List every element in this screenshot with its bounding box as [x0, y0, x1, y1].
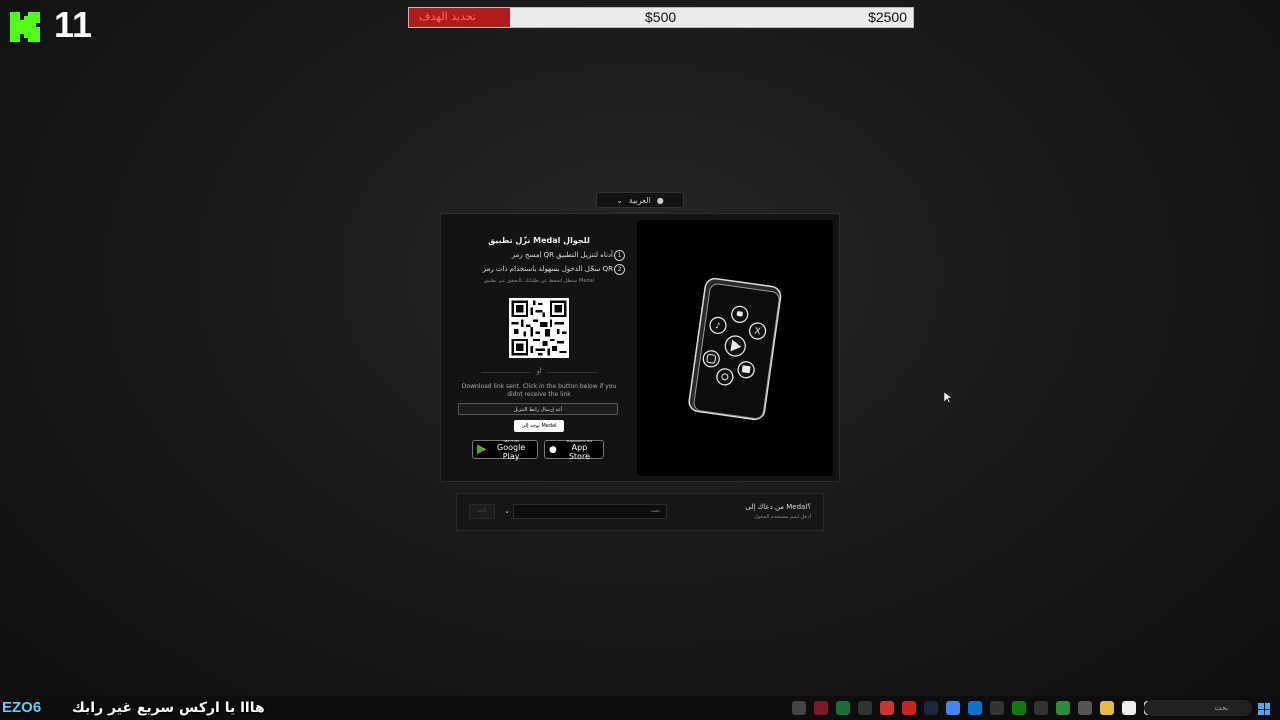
- kick-follower-count: 11: [54, 4, 93, 45]
- step-2: سجّل الدخول بسهولة باستخدام ذات رمز QR 2: [467, 264, 625, 275]
- hint-text: ستظل لتحفظ عن طلباتك بالتحقق عبر تطبيق M…: [483, 278, 595, 284]
- app-icon[interactable]: [924, 701, 938, 715]
- go-to-medal-button[interactable]: توجه إلى Medal: [514, 420, 564, 432]
- goal-current-amount: $500: [645, 9, 677, 25]
- app-icon[interactable]: [1012, 701, 1026, 715]
- app-icon[interactable]: [814, 701, 828, 715]
- referral-title: من دعاك إلى Medal؟: [745, 503, 811, 511]
- app-store-button[interactable]: ● Download on the App Store: [544, 439, 604, 461]
- app-icon[interactable]: [990, 701, 1004, 715]
- app-icon[interactable]: [1034, 701, 1048, 715]
- mouse-cursor-icon: [944, 392, 952, 404]
- referral-submit-button[interactable]: تأكيد: [469, 504, 495, 519]
- app-icon[interactable]: [968, 701, 982, 715]
- donation-goal-bar: تحديد الهدف $500 $2500: [408, 7, 914, 28]
- google-play-button[interactable]: GET IT ON Google Play: [472, 439, 538, 461]
- phone-illustration: X ♪: [688, 277, 782, 421]
- download-instructions-panel: نزّل تطبيق Medal للجوال امسح رمز QR أدنا…: [441, 214, 637, 481]
- step-number: 2: [614, 264, 625, 275]
- step-text: امسح رمز QR أدناه لتنزيل التطبيق: [511, 251, 613, 259]
- app-icon[interactable]: [792, 701, 806, 715]
- app-icon[interactable]: [902, 701, 916, 715]
- language-label: العربية: [628, 195, 651, 205]
- app-icon[interactable]: [946, 701, 960, 715]
- phone-illustration-panel: X ♪: [637, 220, 833, 476]
- app-icon[interactable]: [880, 701, 894, 715]
- taskbar-app-icons: [792, 701, 1158, 715]
- taskbar: EZO6 هااا يا اركس سريع غير رابك بحث: [0, 696, 1280, 720]
- qr-code: [509, 298, 569, 358]
- app-icon[interactable]: [1122, 701, 1136, 715]
- app-icon[interactable]: [1100, 701, 1114, 715]
- taskbar-search[interactable]: بحث: [1144, 700, 1252, 716]
- google-play-icon: [477, 444, 487, 455]
- windows-start-icon[interactable]: [1258, 703, 1270, 715]
- app-icon[interactable]: [836, 701, 850, 715]
- goal-label: تحديد الهدف: [419, 10, 476, 23]
- card-title: نزّل تطبيق Medal للجوال: [488, 236, 590, 245]
- language-selector[interactable]: ⌄ العربية ●: [596, 192, 684, 208]
- chat-username: EZO6: [2, 699, 42, 716]
- medal-download-card: نزّل تطبيق Medal للجوال امسح رمز QR أدنا…: [440, 213, 840, 482]
- app-icon[interactable]: [1078, 701, 1092, 715]
- step-number: 1: [614, 250, 625, 261]
- app-store-big-text: App Store: [568, 442, 590, 461]
- chevron-down-icon[interactable]: ⌄: [501, 504, 513, 519]
- step-1: امسح رمز QR أدناه لتنزيل التطبيق 1: [467, 250, 625, 261]
- download-link-message: Download link sent. Click in the button …: [461, 383, 617, 398]
- referral-subtitle: أدخل اسم مستخدم المحول: [753, 514, 811, 520]
- goal-target-amount: $2500: [868, 9, 907, 25]
- step-text: سجّل الدخول بسهولة باستخدام ذات رمز QR: [482, 265, 613, 273]
- apple-icon: ●: [549, 444, 557, 455]
- chat-message: هااا يا اركس سريع غير رابك: [72, 700, 265, 716]
- resend-link-button[interactable]: أعد إرسال رابط التنزيل: [458, 403, 618, 415]
- kick-logo-icon: [10, 12, 40, 42]
- referral-search-input[interactable]: بحث: [513, 504, 667, 519]
- google-play-big-text: Google Play: [497, 442, 526, 461]
- or-text: أو: [531, 368, 547, 375]
- globe-icon: ●: [656, 195, 664, 205]
- app-icon[interactable]: [858, 701, 872, 715]
- app-icon[interactable]: [1056, 701, 1070, 715]
- referral-form: من دعاك إلى Medal؟ أدخل اسم مستخدم المحو…: [456, 493, 824, 531]
- chevron-down-icon: ⌄: [616, 195, 623, 205]
